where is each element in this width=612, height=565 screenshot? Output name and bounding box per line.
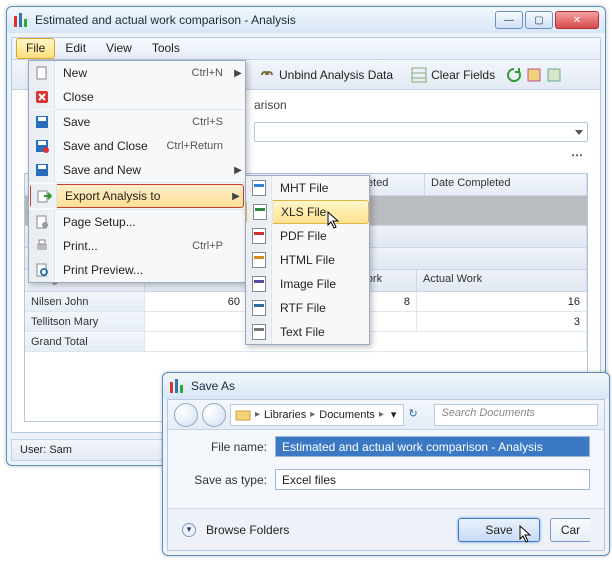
menu-item-print-preview-[interactable]: Print Preview...	[29, 258, 245, 282]
saveclose-icon	[29, 134, 55, 158]
tool-icon-2[interactable]	[546, 67, 562, 83]
export-submenu: MHT FileXLS FilePDF FileHTML FileImage F…	[245, 175, 370, 345]
xls-file-icon	[247, 200, 273, 224]
htm-file-icon	[246, 248, 272, 272]
menubar: File Edit View Tools	[12, 38, 600, 60]
nav-fwd-button[interactable]	[202, 403, 226, 427]
print-icon	[29, 234, 55, 258]
new-icon	[29, 61, 55, 85]
folder-icon	[235, 407, 251, 423]
preview-icon	[29, 258, 55, 282]
filename-label: File name:	[182, 440, 267, 454]
tool-icon-1[interactable]	[526, 67, 542, 83]
dialog-bottom: ▾ Browse Folders Save Car	[168, 508, 604, 550]
file-menu-dropdown: NewCtrl+N▶CloseSaveCtrl+SSave and CloseC…	[28, 60, 246, 283]
export-img[interactable]: Image File	[246, 272, 369, 296]
data-selector[interactable]	[254, 122, 588, 142]
menu-item-save[interactable]: SaveCtrl+S	[29, 110, 245, 134]
cancel-button[interactable]: Car	[550, 518, 590, 542]
dialog-content: ▸ Libraries ▸ Documents ▸ ▾ ↻ Search Doc…	[167, 399, 605, 551]
txt-file-icon	[246, 320, 272, 344]
dialog-title: Save As	[191, 379, 603, 393]
menu-item-print-[interactable]: Print...Ctrl+P	[29, 234, 245, 258]
chain-break-icon	[259, 67, 275, 83]
expand-icon[interactable]: ▾	[182, 523, 196, 537]
close-icon	[29, 85, 55, 109]
status-user: User: Sam	[20, 444, 72, 456]
grid-clear-icon	[411, 67, 427, 83]
save-icon	[29, 110, 55, 134]
filename-field[interactable]: Estimated and actual work comparison - A…	[275, 436, 590, 457]
minimize-button[interactable]: —	[495, 11, 523, 29]
window-title: Estimated and actual work comparison - A…	[35, 13, 493, 27]
export-icon	[31, 184, 57, 208]
export-mht[interactable]: MHT File	[246, 176, 369, 200]
rtf-file-icon	[246, 296, 272, 320]
titlebar: Estimated and actual work comparison - A…	[7, 7, 605, 33]
app-icon	[169, 378, 185, 394]
menu-item-new[interactable]: NewCtrl+N▶	[29, 61, 245, 85]
export-txt[interactable]: Text File	[246, 320, 369, 344]
breadcrumb[interactable]: ▸ Libraries ▸ Documents ▸ ▾	[230, 404, 404, 426]
app-icon	[13, 12, 29, 28]
clear-fields-button[interactable]: Clear Fields	[404, 64, 502, 86]
search-input[interactable]: Search Documents	[434, 404, 598, 426]
chevron-right-icon: ▶	[231, 68, 245, 79]
pdf-file-icon	[246, 224, 272, 248]
savetype-field[interactable]: Excel files	[275, 469, 590, 490]
dialog-titlebar: Save As	[163, 373, 609, 399]
menu-item-page-setup-[interactable]: Page Setup...	[29, 210, 245, 234]
refresh-icon[interactable]	[506, 67, 522, 83]
savetype-label: Save as type:	[182, 473, 267, 487]
refresh-icon[interactable]: ↻	[408, 407, 424, 423]
export-rtf[interactable]: RTF File	[246, 296, 369, 320]
chevron-down-icon	[575, 130, 583, 135]
maximize-button[interactable]: ▢	[525, 11, 553, 29]
browse-folders-link[interactable]: Browse Folders	[206, 523, 289, 537]
chevron-right-icon: ▶	[229, 191, 243, 202]
mht-file-icon	[246, 176, 272, 200]
chevron-right-icon: ▶	[231, 165, 245, 176]
img-file-icon	[246, 272, 272, 296]
save-button[interactable]: Save	[458, 518, 540, 542]
export-pdf[interactable]: PDF File	[246, 224, 369, 248]
menu-tools[interactable]: Tools	[142, 38, 190, 59]
savenew-icon	[29, 158, 55, 182]
dialog-navbar: ▸ Libraries ▸ Documents ▸ ▾ ↻ Search Doc…	[168, 400, 604, 430]
menu-view[interactable]: View	[96, 38, 142, 59]
nav-back-button[interactable]	[174, 403, 198, 427]
col-header-2[interactable]: Date Completed	[425, 174, 587, 196]
menu-file[interactable]: File	[16, 38, 55, 59]
save-as-dialog: Save As ▸ Libraries ▸ Documents ▸ ▾ ↻ Se…	[162, 372, 610, 556]
overflow-button[interactable]: ⋯	[571, 148, 584, 162]
pagesetup-icon	[29, 210, 55, 234]
close-button[interactable]: ✕	[555, 11, 599, 29]
menu-item-save-and-close[interactable]: Save and CloseCtrl+Return	[29, 134, 245, 158]
menu-item-close[interactable]: Close	[29, 85, 245, 109]
menu-edit[interactable]: Edit	[55, 38, 96, 59]
unbind-button[interactable]: Unbind Analysis Data	[252, 64, 400, 86]
export-htm[interactable]: HTML File	[246, 248, 369, 272]
menu-item-save-and-new[interactable]: Save and New▶	[29, 158, 245, 182]
menu-item-export-analysis-to[interactable]: Export Analysis to▶	[30, 184, 244, 208]
export-xls[interactable]: XLS File	[246, 200, 369, 224]
